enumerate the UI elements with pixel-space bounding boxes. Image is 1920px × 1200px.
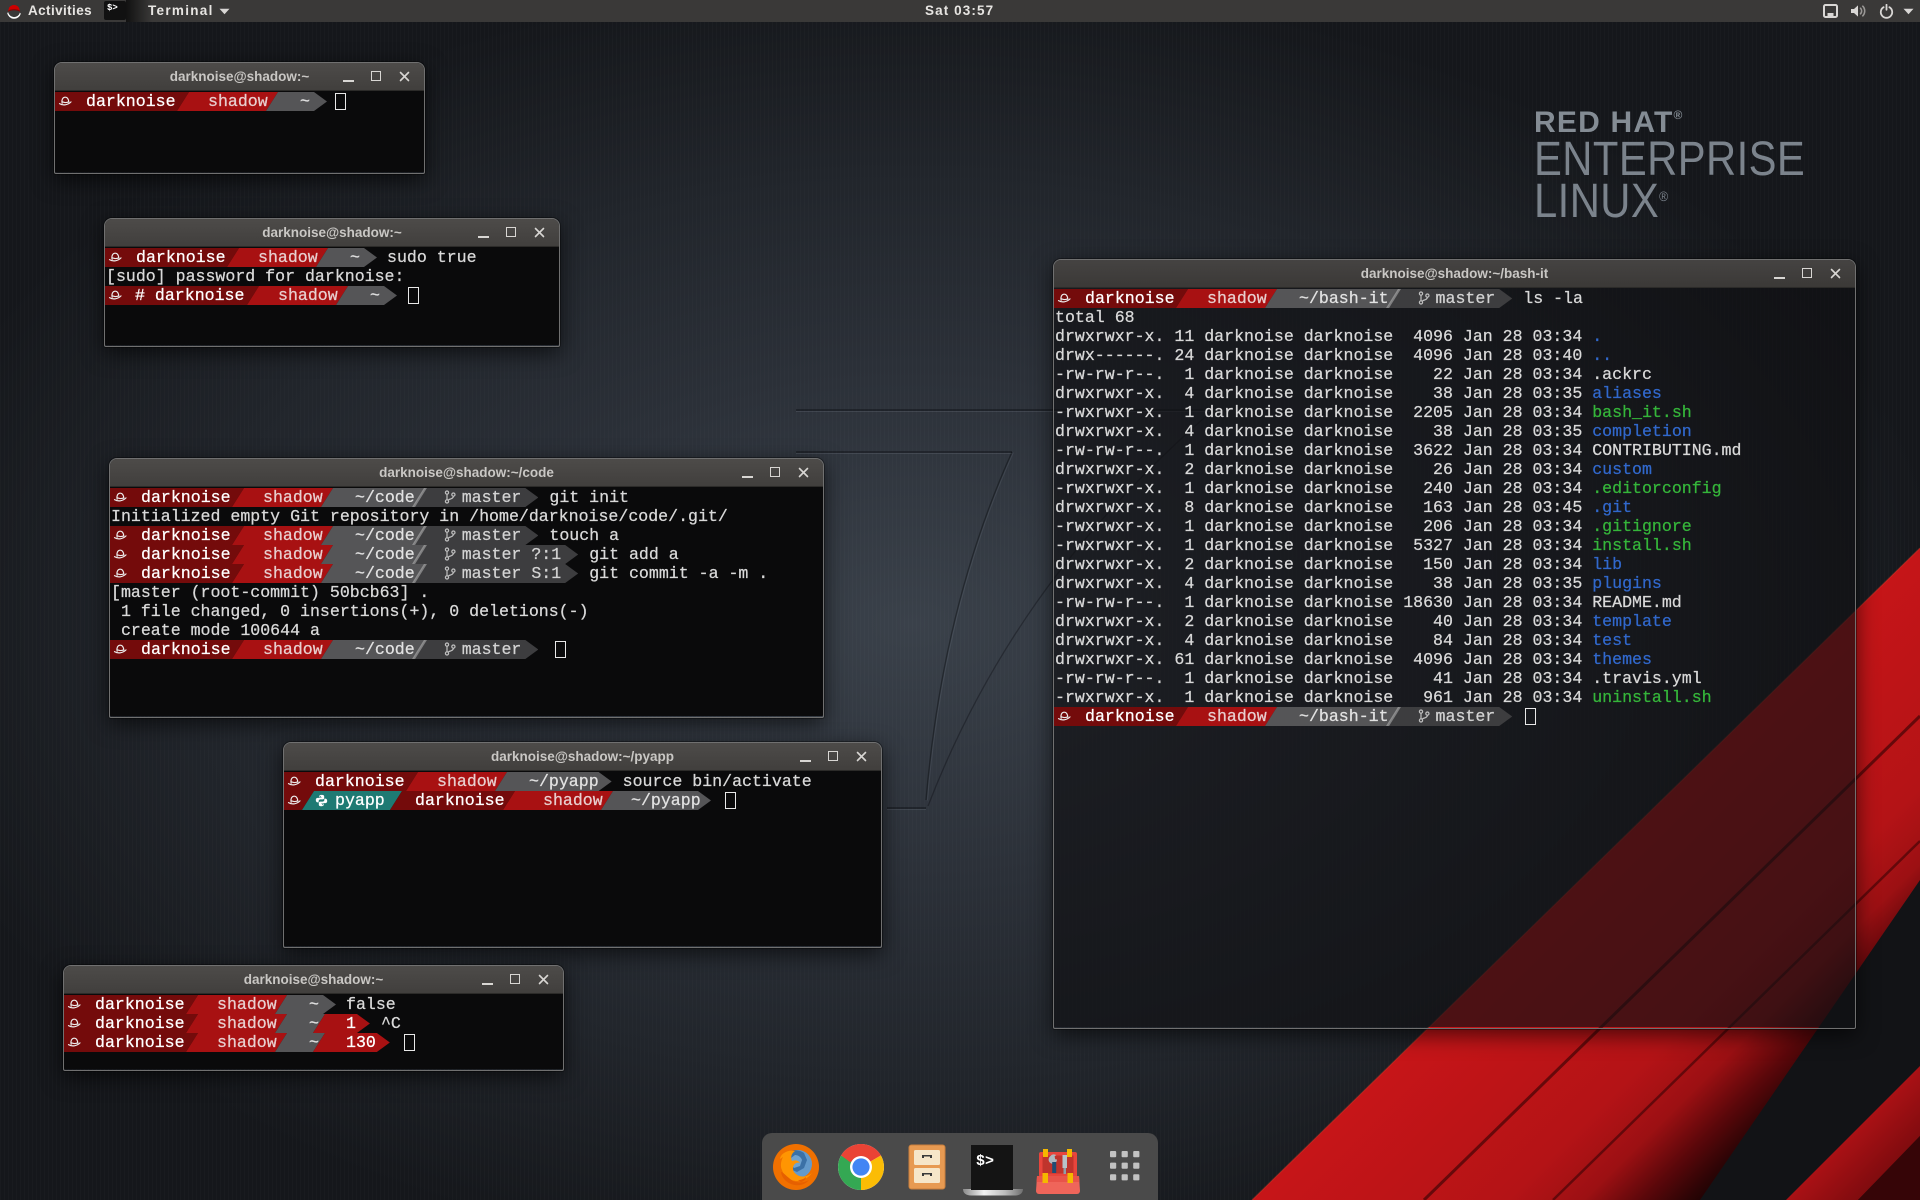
svg-text:$>: $> [976, 1153, 994, 1170]
svg-text:$>: $> [107, 3, 118, 13]
